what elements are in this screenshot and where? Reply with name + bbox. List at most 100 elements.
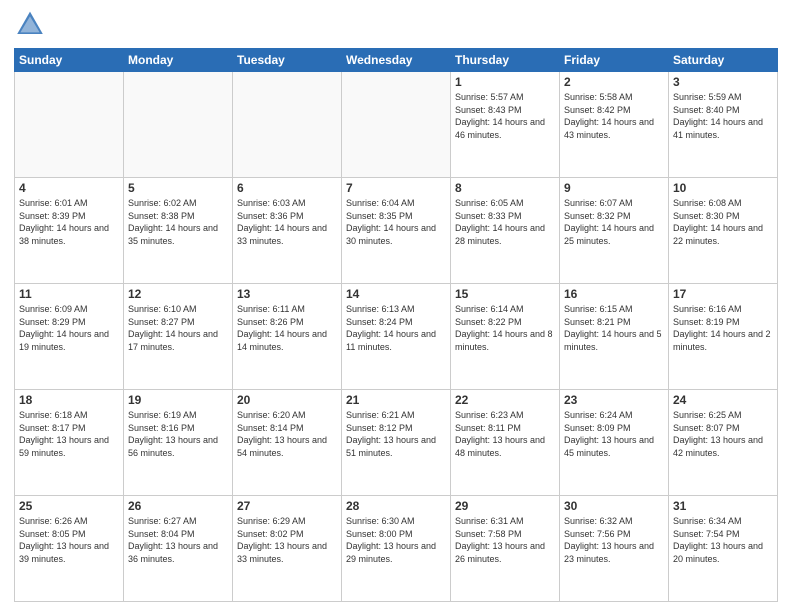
day-info: Sunrise: 6:02 AM Sunset: 8:38 PM Dayligh…: [128, 197, 228, 247]
day-number: 8: [455, 181, 555, 195]
day-info: Sunrise: 6:08 AM Sunset: 8:30 PM Dayligh…: [673, 197, 773, 247]
weekday-header: Friday: [560, 49, 669, 72]
day-info: Sunrise: 6:07 AM Sunset: 8:32 PM Dayligh…: [564, 197, 664, 247]
day-number: 29: [455, 499, 555, 513]
day-info: Sunrise: 6:05 AM Sunset: 8:33 PM Dayligh…: [455, 197, 555, 247]
day-info: Sunrise: 6:03 AM Sunset: 8:36 PM Dayligh…: [237, 197, 337, 247]
day-info: Sunrise: 6:18 AM Sunset: 8:17 PM Dayligh…: [19, 409, 119, 459]
day-cell: 10 Sunrise: 6:08 AM Sunset: 8:30 PM Dayli…: [669, 178, 778, 284]
day-info: Sunrise: 6:26 AM Sunset: 8:05 PM Dayligh…: [19, 515, 119, 565]
day-info: Sunrise: 6:34 AM Sunset: 7:54 PM Dayligh…: [673, 515, 773, 565]
day-cell: 5 Sunrise: 6:02 AM Sunset: 8:38 PM Daylig…: [124, 178, 233, 284]
day-cell: 30 Sunrise: 6:32 AM Sunset: 7:56 PM Dayli…: [560, 496, 669, 602]
day-cell: 23 Sunrise: 6:24 AM Sunset: 8:09 PM Dayli…: [560, 390, 669, 496]
day-info: Sunrise: 6:13 AM Sunset: 8:24 PM Dayligh…: [346, 303, 446, 353]
day-info: Sunrise: 6:20 AM Sunset: 8:14 PM Dayligh…: [237, 409, 337, 459]
day-info: Sunrise: 5:58 AM Sunset: 8:42 PM Dayligh…: [564, 91, 664, 141]
day-cell: 1 Sunrise: 5:57 AM Sunset: 8:43 PM Daylig…: [451, 72, 560, 178]
day-number: 5: [128, 181, 228, 195]
weekday-header: Thursday: [451, 49, 560, 72]
day-info: Sunrise: 6:16 AM Sunset: 8:19 PM Dayligh…: [673, 303, 773, 353]
day-number: 13: [237, 287, 337, 301]
day-number: 19: [128, 393, 228, 407]
day-number: 23: [564, 393, 664, 407]
day-cell: [15, 72, 124, 178]
weekday-header: Monday: [124, 49, 233, 72]
header: [14, 10, 778, 42]
day-number: 18: [19, 393, 119, 407]
day-number: 25: [19, 499, 119, 513]
day-number: 2: [564, 75, 664, 89]
day-number: 21: [346, 393, 446, 407]
day-info: Sunrise: 6:09 AM Sunset: 8:29 PM Dayligh…: [19, 303, 119, 353]
day-cell: 4 Sunrise: 6:01 AM Sunset: 8:39 PM Daylig…: [15, 178, 124, 284]
day-info: Sunrise: 6:25 AM Sunset: 8:07 PM Dayligh…: [673, 409, 773, 459]
weekday-header: Saturday: [669, 49, 778, 72]
weekday-header: Tuesday: [233, 49, 342, 72]
day-info: Sunrise: 5:57 AM Sunset: 8:43 PM Dayligh…: [455, 91, 555, 141]
day-cell: 7Sunrise: 6:04 AM Sunset: 8:35 PM Daylig…: [342, 178, 451, 284]
day-cell: 21Sunrise: 6:21 AM Sunset: 8:12 PM Dayli…: [342, 390, 451, 496]
weekday-header: Sunday: [15, 49, 124, 72]
day-number: 10: [673, 181, 773, 195]
day-info: Sunrise: 6:27 AM Sunset: 8:04 PM Dayligh…: [128, 515, 228, 565]
day-number: 12: [128, 287, 228, 301]
day-number: 27: [237, 499, 337, 513]
day-number: 30: [564, 499, 664, 513]
week-row: 11 Sunrise: 6:09 AM Sunset: 8:29 PM Dayli…: [15, 284, 778, 390]
week-row: 18 Sunrise: 6:18 AM Sunset: 8:17 PM Dayli…: [15, 390, 778, 496]
day-cell: 16Sunrise: 6:15 AM Sunset: 8:21 PM Dayli…: [560, 284, 669, 390]
week-row: 1 Sunrise: 5:57 AM Sunset: 8:43 PM Daylig…: [15, 72, 778, 178]
day-info: Sunrise: 6:19 AM Sunset: 8:16 PM Dayligh…: [128, 409, 228, 459]
calendar-header: SundayMondayTuesdayWednesdayThursdayFrid…: [15, 49, 778, 72]
logo-icon: [14, 10, 46, 42]
day-cell: 17 Sunrise: 6:16 AM Sunset: 8:19 PM Dayli…: [669, 284, 778, 390]
day-cell: 3Sunrise: 5:59 AM Sunset: 8:40 PM Daylig…: [669, 72, 778, 178]
day-info: Sunrise: 6:23 AM Sunset: 8:11 PM Dayligh…: [455, 409, 555, 459]
day-info: Sunrise: 6:32 AM Sunset: 7:56 PM Dayligh…: [564, 515, 664, 565]
day-cell: 22Sunrise: 6:23 AM Sunset: 8:11 PM Dayli…: [451, 390, 560, 496]
week-row: 4 Sunrise: 6:01 AM Sunset: 8:39 PM Daylig…: [15, 178, 778, 284]
day-number: 15: [455, 287, 555, 301]
day-info: Sunrise: 6:24 AM Sunset: 8:09 PM Dayligh…: [564, 409, 664, 459]
day-info: Sunrise: 6:11 AM Sunset: 8:26 PM Dayligh…: [237, 303, 337, 353]
day-info: Sunrise: 6:29 AM Sunset: 8:02 PM Dayligh…: [237, 515, 337, 565]
day-number: 1: [455, 75, 555, 89]
day-cell: 20 Sunrise: 6:20 AM Sunset: 8:14 PM Dayli…: [233, 390, 342, 496]
day-cell: 26 Sunrise: 6:27 AM Sunset: 8:04 PM Dayli…: [124, 496, 233, 602]
day-cell: 25 Sunrise: 6:26 AM Sunset: 8:05 PM Dayli…: [15, 496, 124, 602]
day-cell: 27 Sunrise: 6:29 AM Sunset: 8:02 PM Dayli…: [233, 496, 342, 602]
day-cell: 11 Sunrise: 6:09 AM Sunset: 8:29 PM Dayli…: [15, 284, 124, 390]
day-number: 31: [673, 499, 773, 513]
day-cell: 2 Sunrise: 5:58 AM Sunset: 8:42 PM Daylig…: [560, 72, 669, 178]
calendar-body: 1 Sunrise: 5:57 AM Sunset: 8:43 PM Daylig…: [15, 72, 778, 602]
day-info: Sunrise: 6:30 AM Sunset: 8:00 PM Dayligh…: [346, 515, 446, 565]
day-cell: 15Sunrise: 6:14 AM Sunset: 8:22 PM Dayli…: [451, 284, 560, 390]
weekday-row: SundayMondayTuesdayWednesdayThursdayFrid…: [15, 49, 778, 72]
page: SundayMondayTuesdayWednesdayThursdayFrid…: [0, 0, 792, 612]
day-cell: 9 Sunrise: 6:07 AM Sunset: 8:32 PM Daylig…: [560, 178, 669, 284]
day-cell: 13 Sunrise: 6:11 AM Sunset: 8:26 PM Dayli…: [233, 284, 342, 390]
day-info: Sunrise: 6:31 AM Sunset: 7:58 PM Dayligh…: [455, 515, 555, 565]
day-number: 11: [19, 287, 119, 301]
day-number: 20: [237, 393, 337, 407]
calendar: SundayMondayTuesdayWednesdayThursdayFrid…: [14, 48, 778, 602]
day-number: 3: [673, 75, 773, 89]
day-number: 16: [564, 287, 664, 301]
day-cell: 24 Sunrise: 6:25 AM Sunset: 8:07 PM Dayli…: [669, 390, 778, 496]
day-number: 24: [673, 393, 773, 407]
day-cell: [233, 72, 342, 178]
day-number: 26: [128, 499, 228, 513]
day-number: 28: [346, 499, 446, 513]
day-info: Sunrise: 6:04 AM Sunset: 8:35 PM Dayligh…: [346, 197, 446, 247]
day-cell: 8 Sunrise: 6:05 AM Sunset: 8:33 PM Daylig…: [451, 178, 560, 284]
day-cell: 18 Sunrise: 6:18 AM Sunset: 8:17 PM Dayli…: [15, 390, 124, 496]
weekday-header: Wednesday: [342, 49, 451, 72]
day-number: 17: [673, 287, 773, 301]
day-number: 9: [564, 181, 664, 195]
day-info: Sunrise: 6:01 AM Sunset: 8:39 PM Dayligh…: [19, 197, 119, 247]
day-number: 4: [19, 181, 119, 195]
week-row: 25 Sunrise: 6:26 AM Sunset: 8:05 PM Dayli…: [15, 496, 778, 602]
day-number: 14: [346, 287, 446, 301]
day-number: 6: [237, 181, 337, 195]
